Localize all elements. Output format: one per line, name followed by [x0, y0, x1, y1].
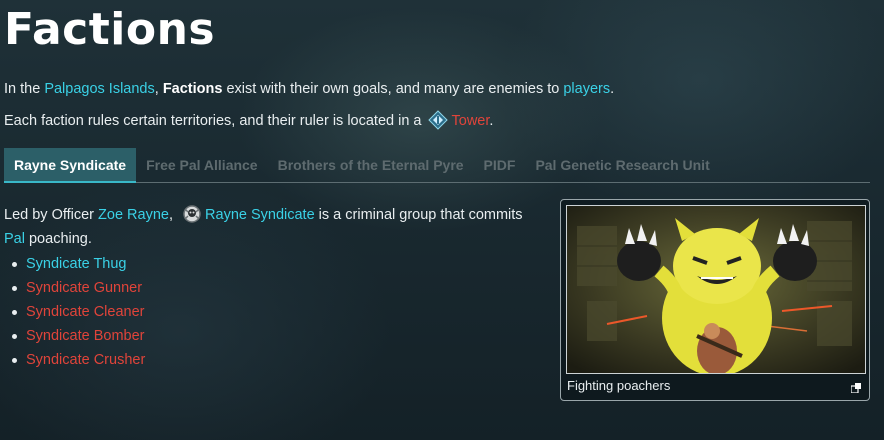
rayne-syndicate-link[interactable]: Rayne Syndicate	[205, 207, 315, 223]
zoe-rayne-link[interactable]: Zoe Rayne	[98, 207, 169, 223]
intro-text: Each faction rules certain territories, …	[4, 113, 426, 129]
faction-members-list: Syndicate Thug Syndicate Gunner Syndicat…	[4, 252, 145, 372]
intro-text: exist with their own goals, and many are…	[222, 81, 564, 97]
tower-diamond-icon[interactable]	[427, 110, 448, 130]
list-item: Syndicate Crusher	[4, 348, 145, 372]
faction-tabs: Rayne Syndicate Free Pal Alliance Brothe…	[4, 148, 870, 183]
tower-link[interactable]: Tower	[452, 113, 490, 129]
faction-description: Led by Officer Zoe Rayne, Rayne Syndicat…	[4, 203, 544, 251]
intro-text: .	[489, 113, 494, 129]
intro-text: ,	[154, 81, 163, 97]
tab-pal-genetic-research-unit[interactable]: Pal Genetic Research Unit	[525, 148, 719, 182]
intro-text: .	[610, 81, 615, 97]
expand-icon[interactable]	[850, 380, 861, 394]
pal-link[interactable]: Pal	[4, 231, 25, 247]
list-item: Syndicate Thug	[4, 252, 145, 276]
intro-line-1: In the Palpagos Islands, Factions exist …	[4, 81, 614, 97]
desc-text: Led by Officer	[4, 207, 99, 223]
rayne-syndicate-emblem-icon[interactable]	[182, 204, 202, 224]
member-link[interactable]: Syndicate Thug	[26, 256, 127, 272]
tab-rayne-syndicate[interactable]: Rayne Syndicate	[4, 148, 137, 183]
palpagos-islands-link[interactable]: Palpagos Islands	[44, 81, 154, 97]
image-caption: Fighting poachers	[567, 378, 671, 393]
desc-text: poaching.	[24, 231, 92, 247]
member-link[interactable]: Syndicate Crusher	[26, 352, 145, 368]
tab-free-pal-alliance[interactable]: Free Pal Alliance	[136, 148, 268, 182]
list-item: Syndicate Bomber	[4, 324, 145, 348]
intro-text: In the	[4, 81, 45, 97]
intro-line-2: Each faction rules certain territories, …	[4, 110, 493, 130]
factions-bold-text: Factions	[162, 81, 223, 97]
page-title: Factions	[4, 4, 216, 55]
desc-text: ,	[168, 207, 178, 223]
list-item: Syndicate Cleaner	[4, 300, 145, 324]
tab-pidf[interactable]: PIDF	[474, 148, 526, 182]
member-link[interactable]: Syndicate Bomber	[26, 328, 144, 344]
member-link[interactable]: Syndicate Cleaner	[26, 304, 145, 320]
tab-brothers-of-the-eternal-pyre[interactable]: Brothers of the Eternal Pyre	[268, 148, 474, 182]
desc-text: is a criminal group that commits	[314, 207, 523, 223]
member-link[interactable]: Syndicate Gunner	[26, 280, 142, 296]
image-card: Fighting poachers	[560, 199, 870, 401]
list-item: Syndicate Gunner	[4, 276, 145, 300]
players-link[interactable]: players	[563, 81, 610, 97]
fighting-poachers-image[interactable]	[566, 205, 866, 374]
